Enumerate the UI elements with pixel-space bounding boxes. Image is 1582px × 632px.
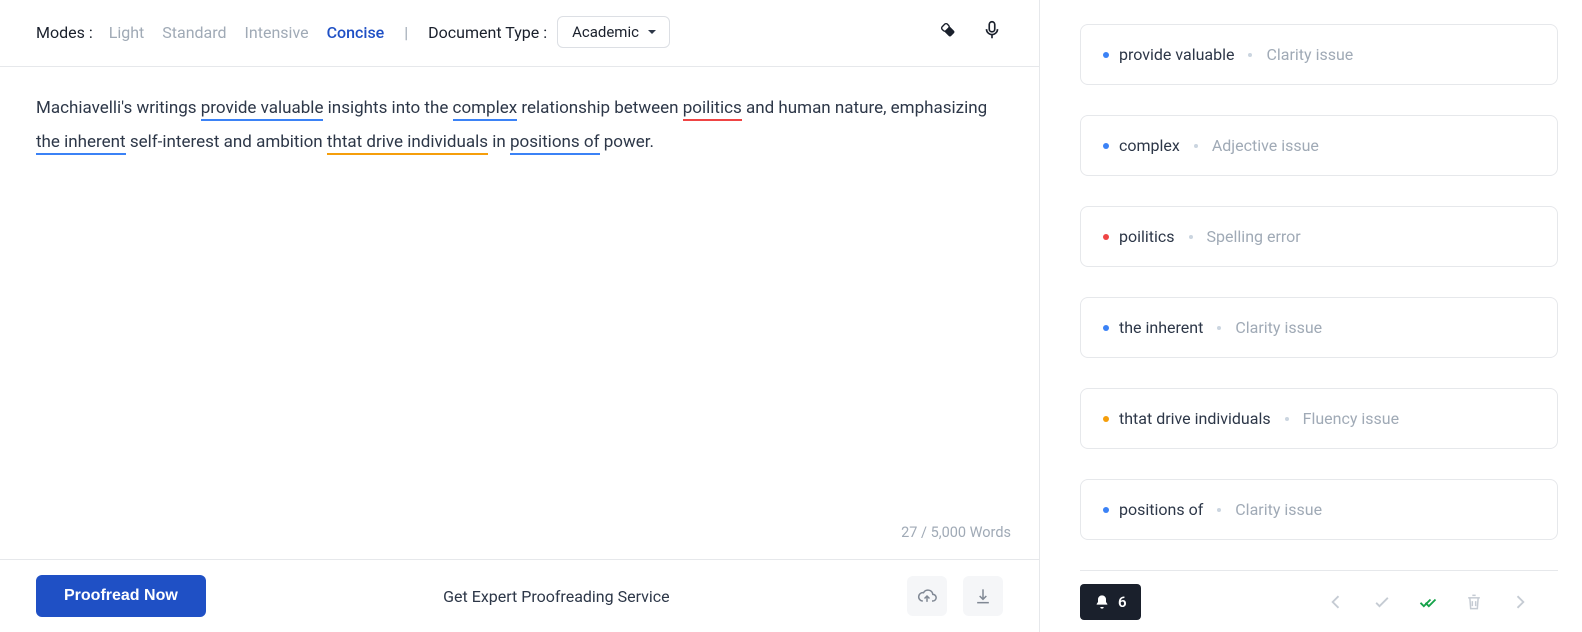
flagged-phrase[interactable]: provide valuable (201, 98, 324, 121)
word-count: 27 / 5,000 Words (901, 518, 1011, 547)
flagged-phrase[interactable]: complex (453, 98, 518, 121)
eraser-icon[interactable] (937, 19, 959, 45)
mode-tab-light[interactable]: Light (109, 23, 145, 42)
issue-card[interactable]: thtat drive individuals Fluency issue (1080, 388, 1558, 449)
text-span: power. (600, 132, 654, 152)
prev-issue-button[interactable] (1326, 592, 1346, 612)
bottom-bar-right: 6 (1080, 570, 1558, 632)
text-span: relationship between (517, 98, 683, 118)
bottom-bar-left: Proofread Now Get Expert Proofreading Se… (0, 559, 1039, 632)
issue-phrase: thtat drive individuals (1119, 409, 1271, 428)
issue-dot-icon (1103, 234, 1109, 240)
issue-type: Adjective issue (1212, 136, 1319, 155)
separator-dot-icon (1285, 417, 1289, 421)
chevron-down-icon (647, 27, 657, 37)
accept-button[interactable] (1372, 592, 1392, 612)
issue-phrase: provide valuable (1119, 45, 1234, 64)
issue-type: Fluency issue (1303, 409, 1400, 428)
issue-dot-icon (1103, 507, 1109, 513)
doc-type-value: Academic (572, 23, 639, 41)
delete-button[interactable] (1464, 592, 1484, 612)
doc-type-label: Document Type : (428, 23, 547, 42)
cloud-upload-button[interactable] (907, 576, 947, 616)
modes-list: Light Standard Intensive Concise (109, 23, 385, 42)
doc-type-dropdown[interactable]: Academic (557, 16, 670, 48)
flagged-phrase[interactable]: the inherent (36, 132, 126, 155)
text-span: Machiavelli's writings (36, 98, 201, 118)
text-span: self-interest and ambition (126, 132, 327, 152)
next-issue-button[interactable] (1510, 592, 1530, 612)
separator-dot-icon (1194, 144, 1198, 148)
issues-panel: provide valuable Clarity issue complex Adje… (1040, 0, 1582, 632)
bell-icon (1094, 594, 1110, 610)
issue-dot-icon (1103, 143, 1109, 149)
issue-phrase: complex (1119, 136, 1180, 155)
proofread-button[interactable]: Proofread Now (36, 575, 206, 617)
separator-dot-icon (1217, 326, 1221, 330)
issue-card[interactable]: the inherent Clarity issue (1080, 297, 1558, 358)
issue-type: Spelling error (1207, 227, 1301, 246)
issue-card[interactable]: poilitics Spelling error (1080, 206, 1558, 267)
mode-tab-concise[interactable]: Concise (327, 23, 385, 42)
notification-count: 6 (1118, 593, 1127, 611)
text-span: insights into the (323, 98, 452, 118)
microphone-icon[interactable] (981, 19, 1003, 45)
issue-phrase: poilitics (1119, 227, 1175, 246)
flagged-phrase[interactable]: positions of (510, 132, 600, 155)
issue-dot-icon (1103, 52, 1109, 58)
expert-proofreading-link[interactable]: Get Expert Proofreading Service (443, 587, 669, 606)
notifications-pill[interactable]: 6 (1080, 584, 1141, 620)
issue-type: Clarity issue (1235, 318, 1322, 337)
issue-dot-icon (1103, 416, 1109, 422)
issue-dot-icon (1103, 325, 1109, 331)
editor-text[interactable]: Machiavelli's writings provide valuable … (36, 91, 1003, 159)
issue-phrase: positions of (1119, 500, 1203, 519)
issue-type: Clarity issue (1235, 500, 1322, 519)
flagged-phrase[interactable]: thtat drive individuals (327, 132, 488, 155)
issue-card[interactable]: provide valuable Clarity issue (1080, 24, 1558, 85)
modes-label: Modes : (36, 23, 93, 42)
issue-card[interactable]: complex Adjective issue (1080, 115, 1558, 176)
separator-dot-icon (1189, 235, 1193, 239)
mode-tab-intensive[interactable]: Intensive (245, 23, 309, 42)
editor[interactable]: Machiavelli's writings provide valuable … (0, 67, 1039, 559)
flagged-phrase[interactable]: poilitics (683, 98, 742, 121)
accept-all-button[interactable] (1418, 592, 1438, 612)
issue-type: Clarity issue (1266, 45, 1353, 64)
separator-dot-icon (1217, 508, 1221, 512)
text-span: and human nature, emphasizing (742, 98, 987, 118)
top-bar: Modes : LightStandardIntensiveConcise | … (0, 0, 1039, 67)
download-button[interactable] (963, 576, 1003, 616)
issue-phrase: the inherent (1119, 318, 1203, 337)
topbar-divider: | (404, 23, 408, 42)
issue-card[interactable]: positions of Clarity issue (1080, 479, 1558, 540)
separator-dot-icon (1248, 53, 1252, 57)
mode-tab-standard[interactable]: Standard (162, 23, 226, 42)
text-span: in (488, 132, 510, 152)
